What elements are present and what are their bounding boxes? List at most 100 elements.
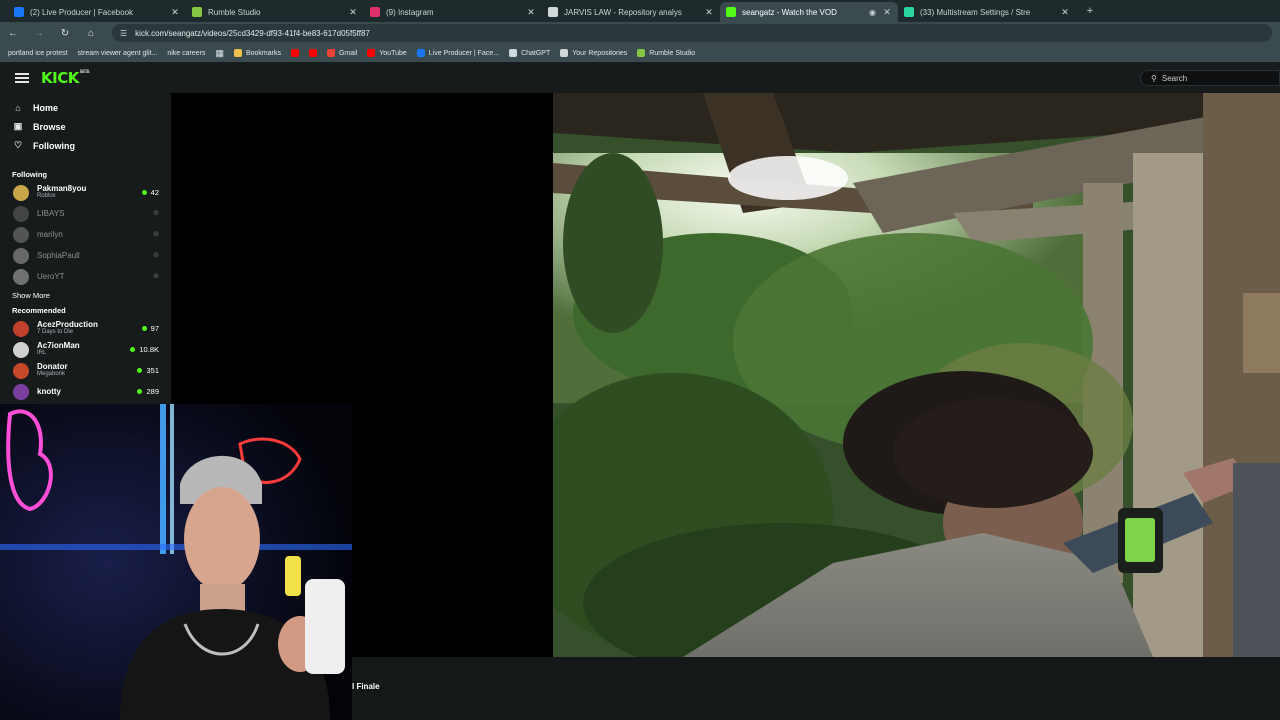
vod-video-player[interactable] [553,93,1280,657]
browser-tab[interactable]: seangatz - Watch the VOD ◉ ✕ [720,2,898,22]
close-tab-icon[interactable]: ✕ [1060,7,1070,18]
menu-icon[interactable] [15,72,29,83]
recommended-section-header: Recommended [12,306,66,315]
browser-tab[interactable]: (2) Live Producer | Facebook ✕ [8,2,186,22]
instagram-icon [370,7,380,17]
bookmark-item[interactable]: Your Repositories [560,49,627,57]
gmail-icon [326,49,335,57]
following-list: Pakman8you Roblox 42 LIBAYS ⊘ marilyn ⊘ SophiaP… [0,182,171,287]
close-tab-icon[interactable]: ✕ [704,7,714,18]
sidebar-channel[interactable]: knotty 289 [0,381,171,402]
new-tab-button[interactable]: + [1082,5,1098,17]
viewer-count-value: 97 [150,324,159,333]
bookmark-label: stream viewer agent glit... [77,49,158,57]
sidebar-item-following[interactable]: ♡ Following [0,136,171,155]
browser-tab[interactable]: JARVIS LAW - Repository analys ✕ [542,2,720,22]
browser-tab-title: (9) Instagram [386,7,434,17]
bookmark-item[interactable]: Bookmarks [233,49,281,57]
sidebar-item-browse[interactable]: ▣ Browse [0,117,171,136]
close-tab-icon[interactable]: ✕ [882,7,892,18]
close-tab-icon[interactable]: ✕ [170,7,180,18]
youtube-shortcut-icon[interactable] [290,49,299,57]
live-dot-icon [141,326,147,331]
bookmark-item[interactable]: Gmail [326,49,358,57]
bookmark-item[interactable]: ChatGPT [509,49,550,57]
sidebar-item-home[interactable]: ⌂ Home [0,98,171,117]
offline-icon: ⊘ [153,210,159,217]
bookmark-label: Bookmarks [245,49,281,57]
forest-shelter-video-frame [553,93,1280,657]
chatgpt-icon [509,49,518,57]
home-icon[interactable]: ⌂ [78,28,104,39]
bookmark-item[interactable]: stream viewer agent glit... [78,50,158,57]
avatar [13,362,29,379]
bookmark-item[interactable]: YouTube [367,49,407,57]
bookmark-label: Gmail [338,49,358,57]
channel-name: marilyn [37,229,63,239]
youtube-shortcut-icon[interactable] [308,49,317,57]
sidebar-item-label: Home [33,102,59,113]
avatar [13,247,29,264]
sidebar-channel[interactable]: UeroYT ⊘ [0,266,171,287]
apps-grid-icon[interactable]: ▦ [215,48,224,59]
sidebar-channel[interactable]: marilyn ⊘ [0,224,171,245]
bookmark-item[interactable]: Live Producer | Face... [416,49,500,57]
bookmark-item[interactable]: Rumble Studio [637,49,695,57]
bookmark-item[interactable]: portland ice protest [8,50,68,57]
browser-tab[interactable]: Rumble Studio ✕ [186,2,364,22]
bookmark-label: Rumble Studio [649,49,696,57]
sidebar-channel[interactable]: Pakman8you Roblox 42 [0,182,171,203]
viewer-count: 97 [141,324,159,333]
home-icon: ⌂ [15,102,21,113]
star-icon [233,49,242,57]
sidebar-channel[interactable]: SophiaPaull ⊘ [0,245,171,266]
github-icon [560,49,569,57]
search-input[interactable]: ⚲ Search [1140,70,1280,86]
bookmark-label: ChatGPT [521,49,551,57]
search-placeholder: Search [1161,73,1188,83]
bookmark-item[interactable]: nike careers [167,50,205,57]
bookmark-label: Live Producer | Face... [428,49,500,57]
sidebar-channel[interactable]: Ac7ionMan IRL 10.8K [0,339,171,360]
url-input[interactable]: ☰ kick.com/seangatz/videos/25cd3429-df93… [112,24,1272,42]
sidebar-channel[interactable]: AcezProduction 7 Days to Die 97 [0,318,171,339]
channel-name: Pakman8you [37,184,87,193]
reload-icon[interactable]: ↻ [52,28,78,39]
live-dot-icon [137,368,143,373]
close-tab-icon[interactable]: ✕ [526,7,536,18]
browser-tab-title: seangatz - Watch the VOD [742,7,837,17]
audio-playing-icon[interactable]: ◉ [869,8,876,17]
channel-name: Ac7ionMan [37,341,80,350]
channel-name: SophiaPaull [37,250,80,260]
forward-icon[interactable]: → [26,28,52,39]
avatar [13,320,29,337]
sidebar-channel[interactable]: Donator Megabonk 351 [0,360,171,381]
browser-tab[interactable]: (33) Multistream Settings / Stre ✕ [898,2,1076,22]
channel-category: IRL [37,350,47,356]
site-info-icon[interactable]: ☰ [120,29,127,38]
avatar [13,341,29,358]
url-text: kick.com/seangatz/videos/25cd3429-df93-4… [135,28,370,38]
streamer-webcam-frame [0,404,352,720]
sidebar-channel[interactable]: LIBAYS ⊘ [0,203,171,224]
channel-name: UeroYT [37,271,65,281]
browser-tab[interactable]: (9) Instagram ✕ [364,2,542,22]
browser-tab-title: JARVIS LAW - Repository analys [564,7,682,17]
back-icon[interactable]: ← [0,28,26,39]
video-title-fragment: l Finale [352,682,380,691]
bookmark-label: Your Repositories [572,49,628,57]
offline-icon: ⊘ [153,273,159,280]
webcam-overlay [0,404,352,720]
youtube-icon [367,49,376,57]
kick-logo[interactable]: KICKBETA [41,69,90,87]
address-bar-row: ← → ↻ ⌂ ☰ kick.com/seangatz/videos/25cd3… [0,22,1280,44]
close-tab-icon[interactable]: ✕ [348,7,358,18]
bookmark-label: nike careers [167,49,206,57]
viewer-count-value: 10.8K [139,345,159,354]
channel-name: LIBAYS [37,208,65,218]
avatar [13,205,29,222]
browser-tab-title: (33) Multistream Settings / Stre [920,7,1031,17]
viewer-count: 289 [137,387,159,396]
show-more-button[interactable]: Show More [0,287,171,303]
avatar [13,226,29,243]
